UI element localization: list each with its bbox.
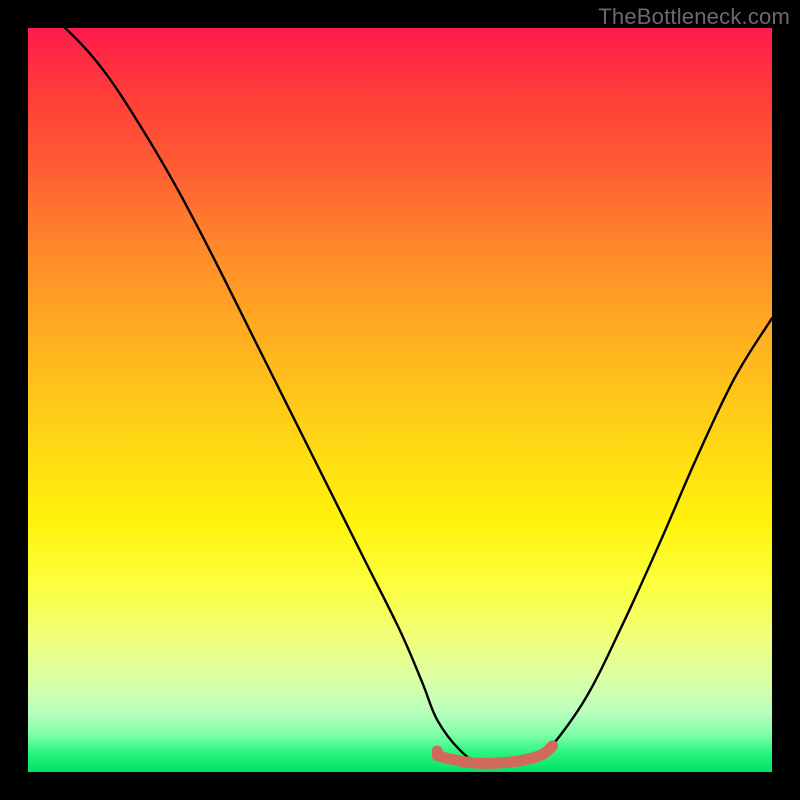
highlight-segment [437,746,552,764]
highlight-dot [432,746,443,757]
plot-area [28,28,772,772]
watermark-text: TheBottleneck.com [598,4,790,30]
bottleneck-curve [28,28,772,766]
chart-frame: TheBottleneck.com [0,0,800,800]
chart-svg [28,28,772,772]
